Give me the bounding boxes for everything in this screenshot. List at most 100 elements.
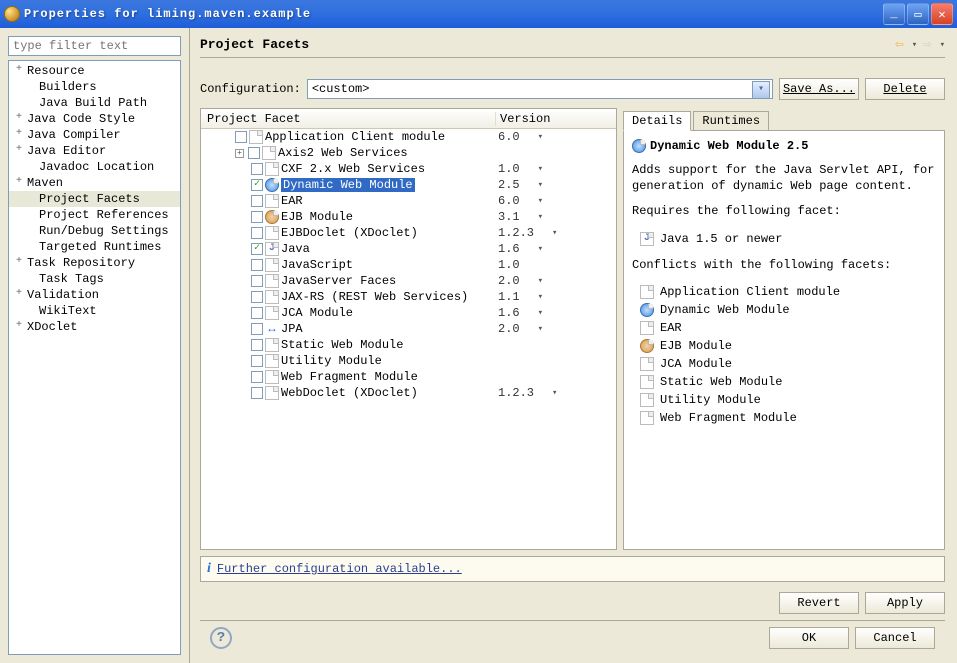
facet-checkbox[interactable] xyxy=(251,275,263,287)
sidebar-item-task-tags[interactable]: Task Tags xyxy=(9,271,180,287)
sidebar-item-builders[interactable]: Builders xyxy=(9,79,180,95)
facet-row[interactable]: ✓JJava1.6▾ xyxy=(201,241,616,257)
tab-details[interactable]: Details xyxy=(623,111,691,131)
facet-checkbox[interactable]: ✓ xyxy=(251,243,263,255)
tree-expander-icon[interactable]: + xyxy=(13,145,25,157)
apply-button[interactable]: Apply xyxy=(865,592,945,614)
version-dropdown-icon[interactable]: ▾ xyxy=(538,276,543,286)
facet-name: EAR xyxy=(281,194,303,208)
tree-expander-icon[interactable]: + xyxy=(13,113,25,125)
ok-button[interactable]: OK xyxy=(769,627,849,649)
version-dropdown-icon[interactable]: ▾ xyxy=(538,308,543,318)
facet-checkbox[interactable] xyxy=(248,147,260,159)
sidebar-item-project-facets[interactable]: Project Facets xyxy=(9,191,180,207)
facet-checkbox[interactable] xyxy=(251,371,263,383)
facet-checkbox[interactable] xyxy=(251,339,263,351)
sidebar-item-run-debug-settings[interactable]: Run/Debug Settings xyxy=(9,223,180,239)
sidebar-item-maven[interactable]: +Maven xyxy=(9,175,180,191)
further-config-bar[interactable]: i Further configuration available... xyxy=(200,556,945,582)
sidebar-item-validation[interactable]: +Validation xyxy=(9,287,180,303)
facet-checkbox[interactable] xyxy=(251,195,263,207)
facet-checkbox[interactable] xyxy=(251,259,263,271)
version-dropdown-icon[interactable]: ▾ xyxy=(552,388,557,398)
facet-row[interactable]: ✓Dynamic Web Module2.5▾ xyxy=(201,177,616,193)
tree-expander-icon[interactable]: + xyxy=(13,321,25,333)
version-dropdown-icon[interactable]: ▾ xyxy=(538,132,543,142)
facet-checkbox[interactable] xyxy=(251,323,263,335)
version-dropdown-icon[interactable]: ▾ xyxy=(538,212,543,222)
sidebar-item-wikitext[interactable]: WikiText xyxy=(9,303,180,319)
sidebar-item-java-build-path[interactable]: Java Build Path xyxy=(9,95,180,111)
close-button[interactable]: ✕ xyxy=(931,3,953,25)
facet-row[interactable]: JCA Module1.6▾ xyxy=(201,305,616,321)
maximize-button[interactable]: ▭ xyxy=(907,3,929,25)
nav-back-dropdown[interactable]: ▾ xyxy=(912,40,917,50)
facet-row[interactable]: JAX-RS (REST Web Services)1.1▾ xyxy=(201,289,616,305)
facet-row[interactable]: WebDoclet (XDoclet)1.2.3▾ xyxy=(201,385,616,401)
filter-input[interactable] xyxy=(8,36,181,56)
configuration-combo[interactable]: <custom> xyxy=(307,79,773,99)
tab-runtimes[interactable]: Runtimes xyxy=(693,111,769,131)
further-config-link[interactable]: Further configuration available... xyxy=(217,562,462,576)
sidebar-item-java-code-style[interactable]: +Java Code Style xyxy=(9,111,180,127)
facet-checkbox[interactable]: ✓ xyxy=(251,179,263,191)
facet-checkbox[interactable] xyxy=(251,387,263,399)
facet-checkbox[interactable] xyxy=(251,291,263,303)
file-icon xyxy=(265,258,279,272)
tree-expander-icon[interactable]: + xyxy=(13,289,25,301)
tree-expander-icon[interactable]: + xyxy=(13,177,25,189)
sidebar-item-xdoclet[interactable]: +XDoclet xyxy=(9,319,180,335)
col-facet[interactable]: Project Facet xyxy=(201,112,496,126)
facet-row[interactable]: CXF 2.x Web Services1.0▾ xyxy=(201,161,616,177)
facet-checkbox[interactable] xyxy=(251,355,263,367)
nav-forward-dropdown[interactable]: ▾ xyxy=(940,40,945,50)
sidebar-item-javadoc-location[interactable]: Javadoc Location xyxy=(9,159,180,175)
facet-row[interactable]: Web Fragment Module xyxy=(201,369,616,385)
tree-expander-icon[interactable]: + xyxy=(13,257,25,269)
nav-back-button[interactable]: ⇦ xyxy=(895,36,903,53)
sidebar-item-resource[interactable]: +Resource xyxy=(9,63,180,79)
sidebar-item-label: Run/Debug Settings xyxy=(39,224,169,238)
bean-icon xyxy=(265,210,279,224)
facet-row[interactable]: JavaServer Faces2.0▾ xyxy=(201,273,616,289)
cancel-button[interactable]: Cancel xyxy=(855,627,935,649)
version-dropdown-icon[interactable]: ▾ xyxy=(538,324,543,334)
version-dropdown-icon[interactable]: ▾ xyxy=(538,196,543,206)
facet-checkbox[interactable] xyxy=(251,163,263,175)
tree-expander-icon[interactable]: + xyxy=(235,149,244,158)
tree-expander-icon[interactable]: + xyxy=(13,65,25,77)
sidebar-item-project-references[interactable]: Project References xyxy=(9,207,180,223)
facet-row[interactable]: EJBDoclet (XDoclet)1.2.3▾ xyxy=(201,225,616,241)
facet-row[interactable]: EAR6.0▾ xyxy=(201,193,616,209)
tree-expander-icon[interactable]: + xyxy=(13,129,25,141)
sidebar-item-java-compiler[interactable]: +Java Compiler xyxy=(9,127,180,143)
facet-row[interactable]: EJB Module3.1▾ xyxy=(201,209,616,225)
delete-button[interactable]: Delete xyxy=(865,78,945,100)
facet-table[interactable]: Project Facet Version Application Client… xyxy=(200,108,617,550)
facet-checkbox[interactable] xyxy=(235,131,247,143)
minimize-button[interactable]: _ xyxy=(883,3,905,25)
save-as-button[interactable]: Save As... xyxy=(779,78,859,100)
version-dropdown-icon[interactable]: ▾ xyxy=(552,228,557,238)
facet-row[interactable]: +Axis2 Web Services xyxy=(201,145,616,161)
facet-row[interactable]: Application Client module6.0▾ xyxy=(201,129,616,145)
col-version[interactable]: Version xyxy=(496,112,616,126)
sidebar-item-targeted-runtimes[interactable]: Targeted Runtimes xyxy=(9,239,180,255)
version-dropdown-icon[interactable]: ▾ xyxy=(538,292,543,302)
sidebar-item-java-editor[interactable]: +Java Editor xyxy=(9,143,180,159)
revert-button[interactable]: Revert xyxy=(779,592,859,614)
category-tree[interactable]: +ResourceBuildersJava Build Path+Java Co… xyxy=(8,60,181,655)
version-dropdown-icon[interactable]: ▾ xyxy=(538,180,543,190)
version-dropdown-icon[interactable]: ▾ xyxy=(538,164,543,174)
facet-row[interactable]: Utility Module xyxy=(201,353,616,369)
facet-row[interactable]: Static Web Module xyxy=(201,337,616,353)
help-button[interactable]: ? xyxy=(210,627,232,649)
facet-row[interactable]: JavaScript1.0 xyxy=(201,257,616,273)
facet-checkbox[interactable] xyxy=(251,211,263,223)
facet-checkbox[interactable] xyxy=(251,307,263,319)
facet-name: JavaServer Faces xyxy=(281,274,396,288)
version-dropdown-icon[interactable]: ▾ xyxy=(538,244,543,254)
facet-checkbox[interactable] xyxy=(251,227,263,239)
sidebar-item-task-repository[interactable]: +Task Repository xyxy=(9,255,180,271)
facet-row[interactable]: ↔JPA2.0▾ xyxy=(201,321,616,337)
